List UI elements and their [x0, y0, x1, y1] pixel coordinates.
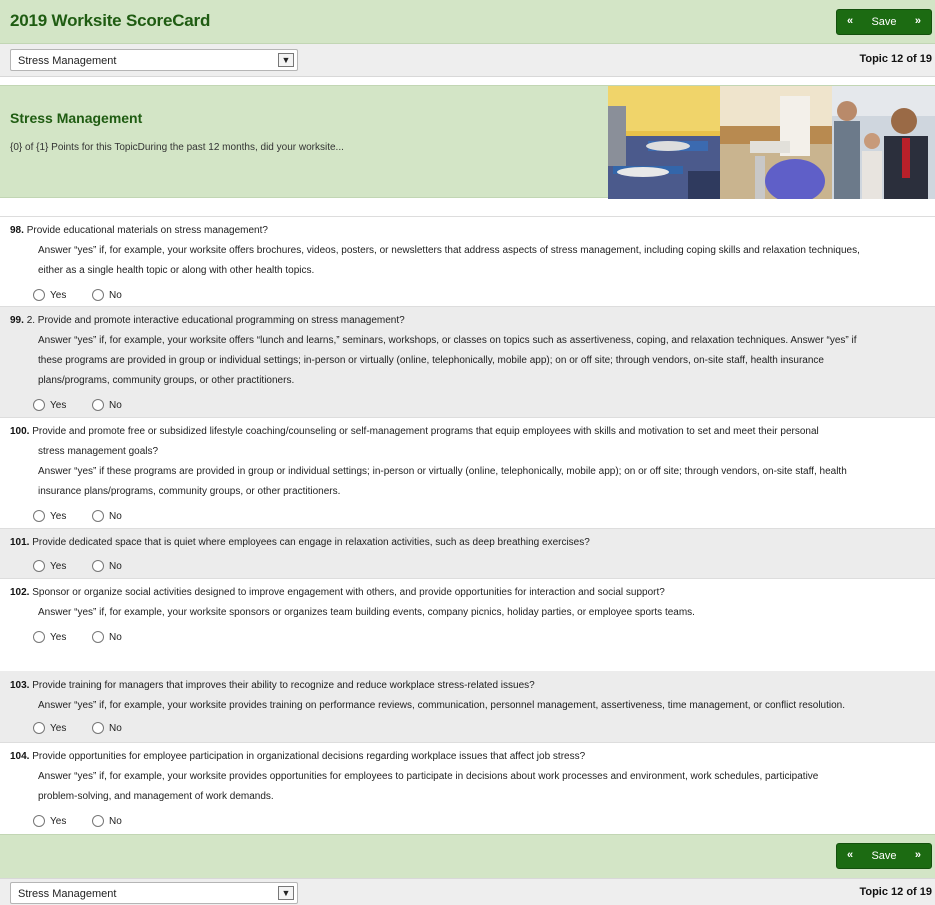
yes-label: Yes: [50, 632, 67, 643]
question-row-103: 103. Provide training for managers that …: [0, 671, 935, 742]
yes-radio[interactable]: [33, 399, 45, 411]
question-prompt-cont: stress management goals?: [38, 446, 159, 457]
no-radio[interactable]: [92, 815, 104, 827]
footer-bar: « Save »: [0, 834, 935, 878]
no-radio[interactable]: [92, 399, 104, 411]
no-label: No: [109, 400, 122, 411]
topic-select-value: Stress Management: [18, 888, 117, 900]
yes-label: Yes: [50, 400, 67, 411]
question-prompt: 2. Provide and promote interactive educa…: [26, 315, 405, 326]
double-chevron-right-icon[interactable]: »: [915, 849, 921, 861]
question-prompt: Sponsor or organize social activities de…: [32, 587, 665, 598]
stress-photo-office-people: [832, 86, 935, 199]
question-number: 98.: [10, 225, 24, 236]
save-button[interactable]: « Save »: [836, 9, 932, 35]
question-row-100: 100. Provide and promote free or subsidi…: [0, 417, 935, 528]
question-number: 101.: [10, 537, 30, 548]
chevron-down-icon[interactable]: ▼: [278, 53, 294, 67]
topic-nav-bar-bottom: Stress Management ▼ Topic 12 of 19: [0, 878, 935, 905]
yes-label: Yes: [50, 561, 67, 572]
question-text: 101. Provide dedicated space that is qui…: [10, 533, 931, 553]
answer-guidance: Answer “yes” if these programs are provi…: [38, 466, 847, 477]
answer-guidance: Answer “yes” if, for example, your works…: [38, 607, 695, 618]
answer-guidance: insurance plans/programs, community grou…: [38, 486, 341, 497]
answer-guidance: Answer “yes” if, for example, your works…: [38, 771, 819, 782]
yes-label: Yes: [50, 723, 67, 734]
question-row-101: 101. Provide dedicated space that is qui…: [0, 528, 935, 578]
no-radio[interactable]: [92, 722, 104, 734]
question-prompt: Provide dedicated space that is quiet wh…: [32, 537, 590, 548]
yes-label: Yes: [50, 816, 67, 827]
header-bar: 2019 Worksite ScoreCard « Save »: [0, 0, 935, 44]
question-number: 103.: [10, 680, 30, 691]
question-number: 99.: [10, 315, 24, 326]
topic-nav-bar: Stress Management ▼ Topic 12 of 19: [0, 44, 935, 77]
no-label: No: [109, 290, 122, 301]
question-row-98: 98. Provide educational materials on str…: [0, 216, 935, 306]
question-number: 102.: [10, 587, 30, 598]
question-prompt: Provide and promote free or subsidized l…: [32, 426, 819, 437]
no-label: No: [109, 511, 122, 522]
question-text: 100. Provide and promote free or subsidi…: [10, 422, 931, 442]
no-label: No: [109, 723, 122, 734]
answer-guidance: either as a single health topic or along…: [38, 265, 315, 276]
question-row-104: 104. Provide opportunities for employee …: [0, 742, 935, 834]
yes-radio[interactable]: [33, 289, 45, 301]
topic-select-bottom[interactable]: Stress Management ▼: [10, 882, 298, 904]
no-radio[interactable]: [92, 510, 104, 522]
save-button-bottom[interactable]: « Save »: [836, 843, 932, 869]
question-text: 99. 2. Provide and promote interactive e…: [10, 311, 931, 331]
answer-guidance: Answer “yes” if, for example, your works…: [38, 245, 860, 256]
question-text: 102. Sponsor or organize social activiti…: [10, 583, 931, 603]
no-radio[interactable]: [92, 289, 104, 301]
question-text: 103. Provide training for managers that …: [10, 676, 931, 696]
chevron-down-icon[interactable]: ▼: [278, 886, 294, 900]
answer-guidance: these programs are provided in group or …: [38, 355, 824, 366]
question-prompt: Provide opportunities for employee parti…: [32, 751, 586, 762]
yes-radio[interactable]: [33, 815, 45, 827]
topic-title: Stress Management: [10, 110, 143, 126]
question-row-99: 99. 2. Provide and promote interactive e…: [0, 306, 935, 417]
double-chevron-right-icon[interactable]: »: [915, 15, 921, 27]
answer-guidance: problem-solving, and management of work …: [38, 791, 274, 802]
yes-label: Yes: [50, 290, 67, 301]
topic-select[interactable]: Stress Management ▼: [10, 49, 298, 71]
no-radio[interactable]: [92, 560, 104, 572]
answer-guidance: plans/programs, community groups, or oth…: [38, 375, 295, 386]
no-label: No: [109, 561, 122, 572]
question-text: 104. Provide opportunities for employee …: [10, 747, 931, 767]
stress-photo-ball: [720, 86, 832, 199]
topic-header: Stress Management {0} of {1} Points for …: [0, 85, 935, 199]
answer-guidance: Answer “yes” if, for example, your works…: [38, 335, 857, 346]
no-label: No: [109, 632, 122, 643]
question-prompt: Provide educational materials on stress …: [26, 225, 268, 236]
yes-radio[interactable]: [33, 722, 45, 734]
stress-photo-stretching: [608, 86, 720, 199]
question-number: 100.: [10, 426, 30, 437]
question-text: 98. Provide educational materials on str…: [10, 221, 931, 241]
yes-radio[interactable]: [33, 631, 45, 643]
no-radio[interactable]: [92, 631, 104, 643]
question-number: 104.: [10, 751, 30, 762]
app-title: 2019 Worksite ScoreCard: [10, 11, 211, 30]
yes-label: Yes: [50, 511, 67, 522]
question-prompt: Provide training for managers that impro…: [32, 680, 535, 691]
topic-points-text: {0} of {1} Points for this TopicDuring t…: [10, 142, 344, 153]
topic-select-value: Stress Management: [18, 55, 117, 67]
question-row-102: 102. Sponsor or organize social activiti…: [0, 578, 935, 671]
no-label: No: [109, 816, 122, 827]
topic-count: Topic 12 of 19: [859, 886, 932, 898]
yes-radio[interactable]: [33, 560, 45, 572]
topic-count: Topic 12 of 19: [859, 53, 932, 65]
answer-guidance: Answer “yes” if, for example, your works…: [38, 700, 846, 711]
yes-radio[interactable]: [33, 510, 45, 522]
